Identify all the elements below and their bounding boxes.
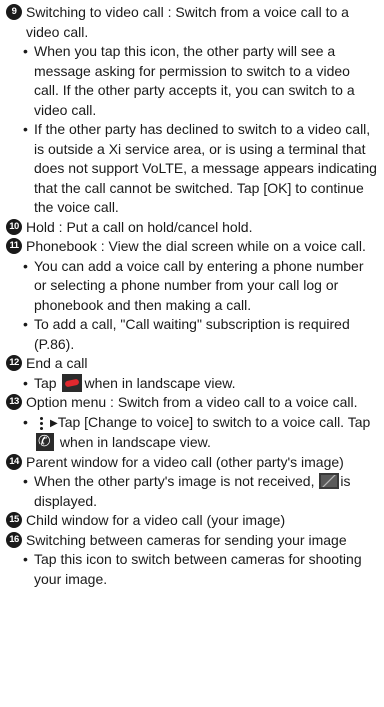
item-16-text: Switching between cameras for sending yo… — [26, 531, 347, 548]
item-9-bullet-1: When you tap this icon, the other party … — [4, 42, 378, 120]
item-14: 14 Parent window for a video call (other… — [4, 453, 378, 473]
item-14-bullet-1: When the other party's image is not rece… — [4, 472, 378, 511]
manual-page: 9 Switching to video call : Switch from … — [0, 0, 384, 589]
item-number-10: 10 — [6, 218, 22, 235]
item-16-bullet-1: Tap this icon to switch between cameras … — [4, 550, 378, 589]
item-13-bullet-1-post: when in landscape view. — [59, 434, 211, 450]
item-9: 9 Switching to video call : Switch from … — [4, 3, 378, 42]
item-13: 13 Option menu : Switch from a video cal… — [4, 393, 378, 413]
item-16-bullet-1-text: Tap this icon to switch between cameras … — [34, 551, 362, 587]
item-16: 16 Switching between cameras for sending… — [4, 531, 378, 551]
no-image-icon — [319, 473, 340, 489]
item-11-bullet-1: You can add a voice call by entering a p… — [4, 257, 378, 316]
arrow-right-icon: ▶ — [50, 417, 58, 429]
item-10: 10 Hold : Put a call on hold/cancel hold… — [4, 218, 378, 238]
item-number-14: 14 — [6, 453, 22, 470]
item-12-text: End a call — [26, 355, 88, 371]
item-13-text: Option menu : Switch from a video call t… — [26, 394, 358, 410]
item-11: 11 Phonebook : View the dial screen whil… — [4, 237, 378, 257]
item-10-text: Hold : Put a call on hold/cancel hold. — [26, 218, 253, 235]
item-15-text: Child window for a video call (your imag… — [26, 512, 286, 528]
item-11-text: Phonebook : View the dial screen while o… — [26, 238, 366, 254]
item-number-16: 16 — [6, 531, 22, 548]
item-12: 12 End a call — [4, 354, 378, 374]
item-number-9: 9 — [6, 4, 22, 20]
item-12-bullet-1-post: when in landscape view. — [84, 374, 236, 391]
item-number-12: 12 — [6, 355, 22, 371]
item-11-bullet-2: To add a call, "Call waiting" subscripti… — [4, 315, 378, 354]
item-9-bullet-2: If the other party has declined to switc… — [4, 120, 378, 218]
item-9-bullet-1-text: When you tap this icon, the other party … — [34, 43, 355, 118]
item-9-text: Switching to video call : Switch from a … — [26, 4, 349, 40]
option-menu-icon — [36, 415, 46, 431]
item-14-bullet-1-pre: When the other party's image is not rece… — [34, 473, 315, 489]
item-number-11: 11 — [6, 238, 22, 254]
item-13-bullet-1: ▶Tap [Change to voice] to switch to a vo… — [4, 413, 378, 453]
item-15: 15 Child window for a video call (your i… — [4, 511, 378, 531]
item-9-bullet-2-text: If the other party has declined to switc… — [34, 121, 377, 215]
item-12-bullet-1: Tap when in landscape view. — [4, 373, 378, 394]
item-11-bullet-1-text: You can add a voice call by entering a p… — [34, 257, 364, 313]
item-13-bullet-1-mid: Tap [Change to voice] to switch to a voi… — [57, 413, 371, 430]
item-number-15: 15 — [6, 512, 22, 528]
item-number-13: 13 — [6, 394, 22, 410]
item-12-bullet-1-pre: Tap — [34, 374, 57, 391]
item-11-bullet-2-text: To add a call, "Call waiting" subscripti… — [34, 316, 350, 352]
end-call-icon — [62, 373, 83, 392]
item-14-text: Parent window for a video call (other pa… — [26, 453, 344, 470]
voice-call-icon — [36, 432, 54, 452]
